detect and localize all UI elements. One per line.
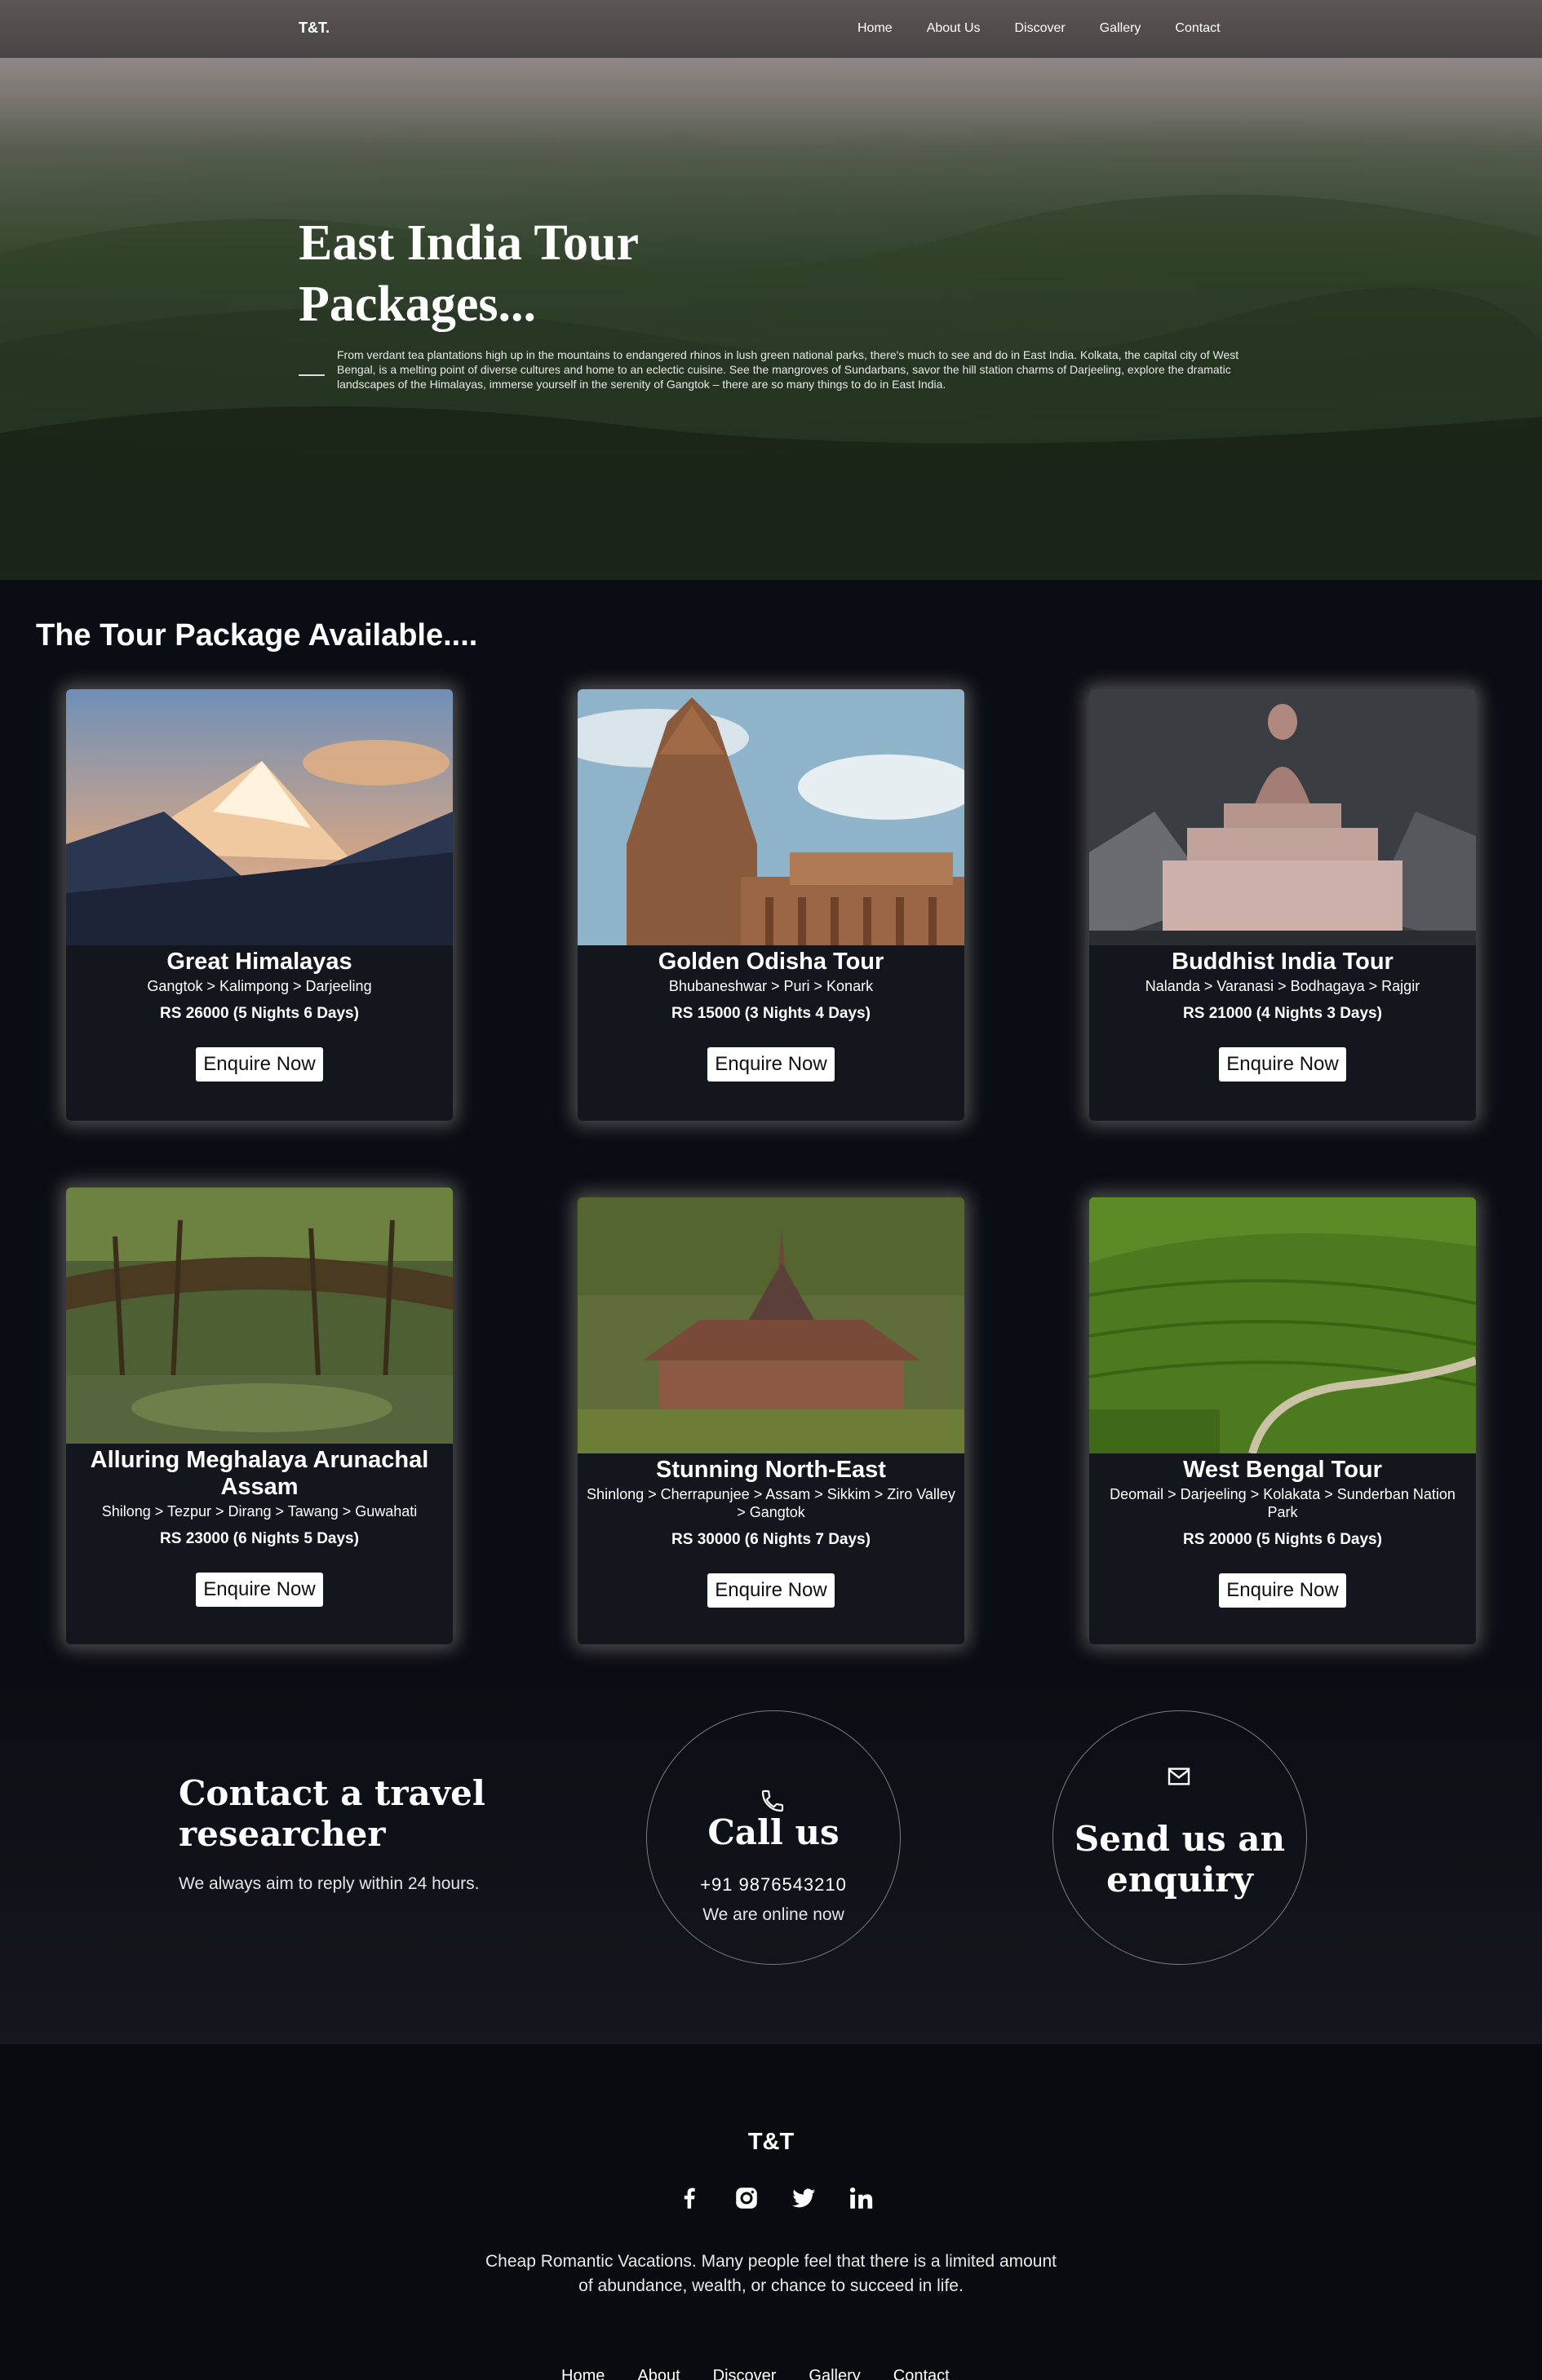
package-route: Gangtok > Kalimpong > Darjeeling xyxy=(147,978,372,994)
package-card: Alluring Meghalaya Arunachal Assam Shilo… xyxy=(66,1188,453,1644)
facebook-icon[interactable] xyxy=(676,2184,703,2212)
footer-link-discover[interactable]: Discover xyxy=(713,2367,777,2380)
package-image-himalayas xyxy=(66,689,453,945)
footer: T&T Cheap Romantic Vacations. Many peopl… xyxy=(0,2044,1542,2380)
package-title: Great Himalayas xyxy=(166,949,352,975)
hero-banner: East India Tour Packages... From verdant… xyxy=(0,58,1542,580)
footer-link-gallery[interactable]: Gallery xyxy=(809,2367,860,2380)
package-route: Shilong > Tezpur > Dirang > Tawang > Guw… xyxy=(101,1503,418,1520)
package-route: Deomail > Darjeeling > Kolakata > Sunder… xyxy=(1110,1486,1456,1520)
phone-number[interactable]: +91 9876543210 xyxy=(647,1874,900,1896)
package-card: West Bengal Tour Deomail > Darjeeling > … xyxy=(1089,1197,1476,1644)
package-image-odisha xyxy=(578,689,964,945)
package-title: West Bengal Tour xyxy=(1183,1457,1382,1483)
hero-description: From verdant tea plantations high up in … xyxy=(337,348,1239,391)
nav-links: Home About Us Discover Gallery Contact xyxy=(857,21,1221,36)
package-title: Golden Odisha Tour xyxy=(658,949,884,975)
nav-link-gallery[interactable]: Gallery xyxy=(1100,21,1141,36)
package-card: Great Himalayas Gangtok > Kalimpong > Da… xyxy=(66,689,453,1121)
linkedin-icon[interactable] xyxy=(847,2184,875,2212)
package-route: Bhubaneshwar > Puri > Konark xyxy=(668,978,874,994)
contact-title: Contact a travel researcher xyxy=(179,1773,485,1854)
package-price: RS 15000 (3 Nights 4 Days) xyxy=(671,1005,871,1022)
package-image-buddha xyxy=(1089,689,1476,945)
send-enquiry-circle[interactable]: Send us an enquiry xyxy=(1052,1710,1307,1965)
enquire-now-button[interactable]: Enquire Now xyxy=(1219,1047,1346,1082)
top-navbar: T&T. Home About Us Discover Gallery Cont… xyxy=(0,0,1542,58)
nav-link-home[interactable]: Home xyxy=(857,21,893,36)
package-title: Stunning North-East xyxy=(656,1457,886,1483)
enquire-now-button[interactable]: Enquire Now xyxy=(196,1047,323,1082)
phone-icon xyxy=(761,1789,784,1812)
enquire-now-button[interactable]: Enquire Now xyxy=(1219,1573,1346,1608)
package-price: RS 26000 (5 Nights 6 Days) xyxy=(160,1005,359,1022)
enquire-now-button[interactable]: Enquire Now xyxy=(196,1573,323,1607)
send-enquiry-title: Send us an enquiry xyxy=(1074,1819,1286,1900)
package-price: RS 23000 (6 Nights 5 Days) xyxy=(160,1530,359,1547)
enquire-now-button[interactable]: Enquire Now xyxy=(707,1573,835,1608)
package-price: RS 21000 (4 Nights 3 Days) xyxy=(1183,1005,1382,1022)
footer-tagline: Cheap Romantic Vacations. Many people fe… xyxy=(485,2252,1057,2295)
online-status: We are online now xyxy=(702,1905,844,1924)
package-card: Stunning North-East Shinlong > Cherrapun… xyxy=(578,1197,964,1644)
package-route: Nalanda > Varanasi > Bodhagaya > Rajgir xyxy=(1145,978,1420,994)
nav-link-about[interactable]: About Us xyxy=(927,21,981,36)
hero-divider xyxy=(299,374,325,376)
instagram-icon[interactable] xyxy=(733,2184,760,2212)
footer-brand: T&T xyxy=(747,2129,795,2155)
mail-icon xyxy=(1168,1767,1190,1785)
package-image-west-bengal xyxy=(1089,1197,1476,1453)
nav-link-contact[interactable]: Contact xyxy=(1175,21,1220,36)
package-image-north-east xyxy=(578,1197,964,1453)
package-title: Buddhist India Tour xyxy=(1172,949,1394,975)
package-route: Shinlong > Cherrapunjee > Assam > Sikkim… xyxy=(587,1486,955,1520)
package-image-meghalaya xyxy=(66,1188,453,1444)
package-price: RS 20000 (5 Nights 6 Days) xyxy=(1183,1531,1382,1548)
call-us-title: Call us xyxy=(707,1812,840,1852)
footer-link-home[interactable]: Home xyxy=(561,2367,605,2380)
footer-link-about[interactable]: About xyxy=(637,2367,680,2380)
hero-title: East India Tour Packages... xyxy=(299,215,638,332)
brand-logo[interactable]: T&T. xyxy=(299,20,330,37)
package-title: Alluring Meghalaya Arunachal Assam xyxy=(90,1447,429,1500)
packages-section-title: The Tour Package Available.... xyxy=(36,618,478,653)
footer-link-contact[interactable]: Contact xyxy=(893,2367,950,2380)
footer-links: Home About Discover Gallery Contact xyxy=(561,2367,982,2380)
contact-subtitle: We always aim to reply within 24 hours. xyxy=(179,1874,480,1893)
call-us-circle[interactable]: Call us +91 9876543210 We are online now xyxy=(646,1710,901,1965)
contact-section: Contact a travel researcher We always ai… xyxy=(0,1680,1542,2044)
package-price: RS 30000 (6 Nights 7 Days) xyxy=(671,1531,871,1548)
package-card: Golden Odisha Tour Bhubaneshwar > Puri >… xyxy=(578,689,964,1121)
social-links xyxy=(676,2184,904,2212)
package-card: Buddhist India Tour Nalanda > Varanasi >… xyxy=(1089,689,1476,1121)
nav-link-discover[interactable]: Discover xyxy=(1015,21,1066,36)
twitter-icon[interactable] xyxy=(790,2184,818,2212)
enquire-now-button[interactable]: Enquire Now xyxy=(707,1047,835,1082)
